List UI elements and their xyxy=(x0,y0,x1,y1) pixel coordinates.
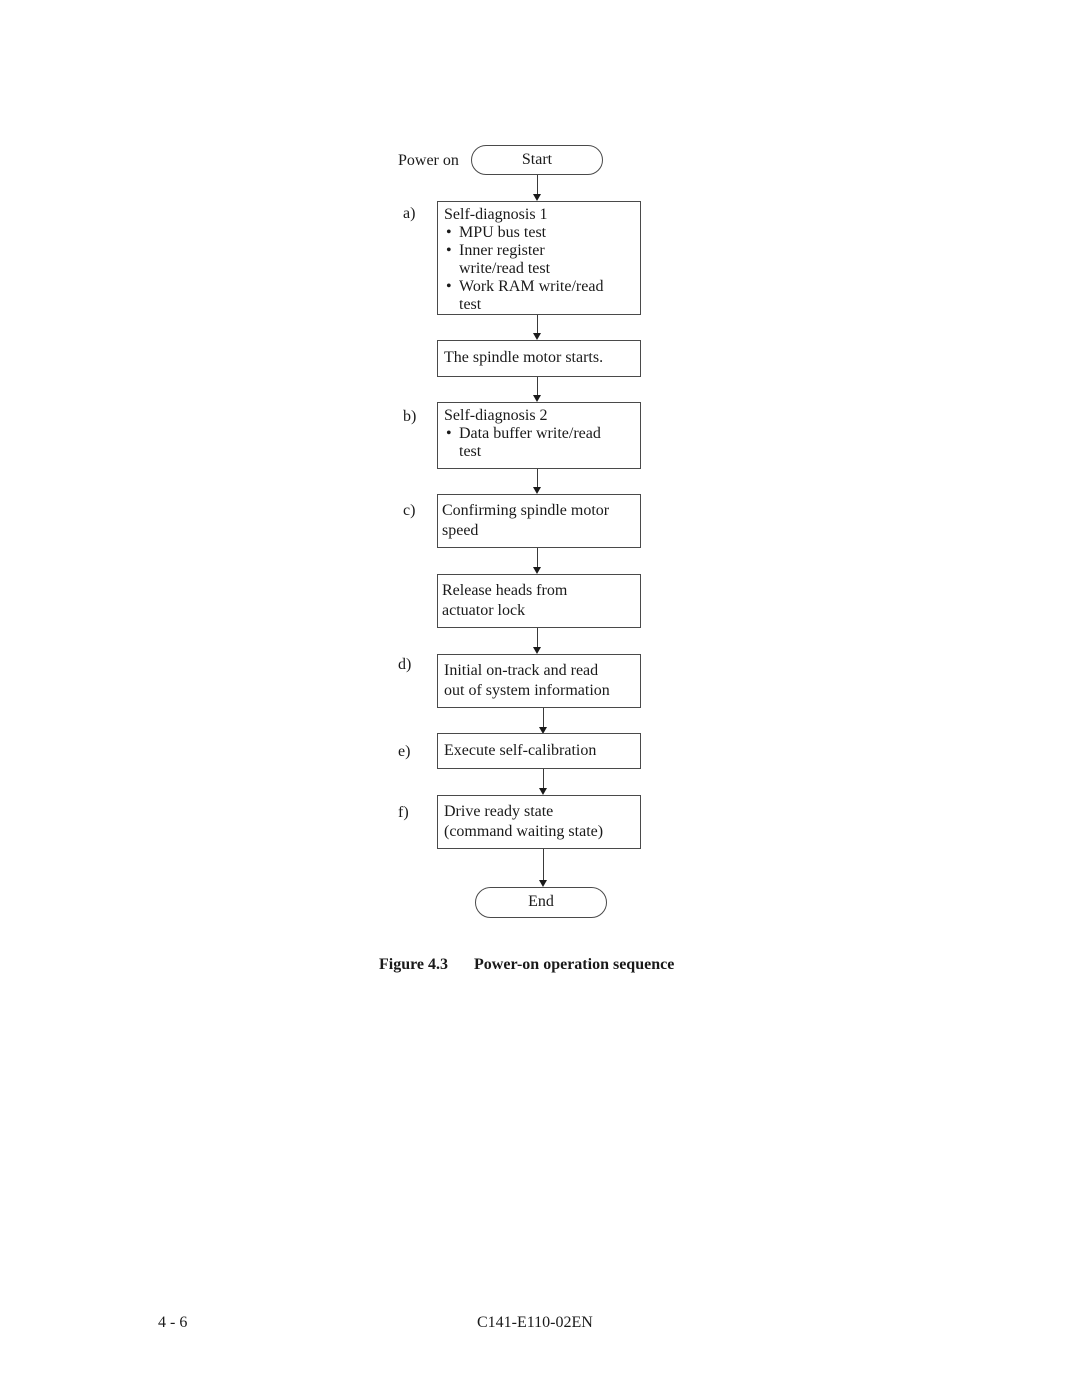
start-terminal: Start xyxy=(471,145,603,175)
bullet-icon: • xyxy=(446,278,452,295)
step-tag-e: e) xyxy=(398,743,411,760)
document-id: C141-E110-02EN xyxy=(477,1314,593,1331)
step-text: The spindle motor starts. xyxy=(444,349,604,366)
bullet-icon: • xyxy=(446,224,452,241)
bullet-text: MPU bus test xyxy=(459,224,547,241)
figure-caption: Figure 4.3 Power-on operation sequence xyxy=(379,956,674,974)
step-text: Execute self-calibration xyxy=(444,742,597,759)
step-tag-c: c) xyxy=(403,502,416,519)
arrowhead-icon xyxy=(533,194,541,201)
arrowhead-icon xyxy=(539,880,547,887)
bullet-text: Data buffer write/read xyxy=(459,425,601,442)
bullet-item: • Work RAM write/read xyxy=(444,278,634,296)
step-text: Release heads from xyxy=(442,582,568,599)
bullet-continuation: test xyxy=(459,296,482,313)
step-text: speed xyxy=(442,522,479,539)
step-confirm-spindle-speed: Confirming spindle motor speed xyxy=(437,494,641,548)
connector-line xyxy=(537,548,538,568)
connector-line xyxy=(543,708,544,728)
arrowhead-icon xyxy=(533,647,541,654)
step-text: out of system information xyxy=(444,682,610,699)
bullet-continuation: test xyxy=(459,443,482,460)
step-tag-a: a) xyxy=(403,205,416,222)
arrowhead-icon xyxy=(539,788,547,795)
figure-number: Figure 4.3 xyxy=(379,956,449,973)
arrowhead-icon xyxy=(533,567,541,574)
connector-line xyxy=(543,769,544,789)
step-text: Initial on-track and read xyxy=(444,662,599,679)
bullet-continuation: write/read test xyxy=(459,260,551,277)
bullet-icon: • xyxy=(446,242,452,259)
step-spindle-motor-starts: The spindle motor starts. xyxy=(437,340,641,377)
step-title: Self-diagnosis 1 xyxy=(444,206,548,223)
step-title: Self-diagnosis 2 xyxy=(444,407,548,424)
step-text: Drive ready state xyxy=(444,803,554,820)
page-number: 4 - 6 xyxy=(158,1314,188,1331)
connector-line xyxy=(543,849,544,881)
step-self-calibration: Execute self-calibration xyxy=(437,733,641,769)
step-text: (command waiting state) xyxy=(444,823,604,840)
start-text: Start xyxy=(521,151,553,168)
connector-line xyxy=(537,315,538,334)
step-text: actuator lock xyxy=(442,602,526,619)
step-self-diagnosis-2: Self-diagnosis 2 • Data buffer write/read… xyxy=(437,402,641,469)
step-release-heads: Release heads from actuator lock xyxy=(437,574,641,628)
step-drive-ready: Drive ready state (command waiting state… xyxy=(437,795,641,849)
figure-title: Power-on operation sequence xyxy=(474,956,675,973)
step-tag-d: d) xyxy=(398,656,412,673)
arrowhead-icon xyxy=(533,395,541,402)
step-tag-f: f) xyxy=(398,804,409,821)
step-initial-on-track: Initial on-track and read out of system … xyxy=(437,654,641,708)
arrowhead-icon xyxy=(533,487,541,494)
step-self-diagnosis-1: Self-diagnosis 1 • MPU bus test • Inner re… xyxy=(437,201,641,315)
bullet-text: Work RAM write/read xyxy=(459,278,604,295)
step-tag-b: b) xyxy=(403,408,417,425)
bullet-item: • Data buffer write/read xyxy=(444,425,634,443)
connector-line xyxy=(537,377,538,396)
end-terminal: End xyxy=(475,887,607,918)
power-on-label: Power on xyxy=(398,152,459,169)
connector-line xyxy=(537,469,538,488)
arrowhead-icon xyxy=(533,333,541,340)
bullet-text: Inner register xyxy=(459,242,545,259)
bullet-item: • Inner register xyxy=(444,242,634,260)
bullet-icon: • xyxy=(446,425,452,442)
end-text: End xyxy=(528,893,554,910)
bullet-item: • MPU bus test xyxy=(444,224,634,242)
connector-line xyxy=(537,175,538,195)
connector-line xyxy=(537,628,538,648)
step-text: Confirming spindle motor xyxy=(442,502,610,519)
